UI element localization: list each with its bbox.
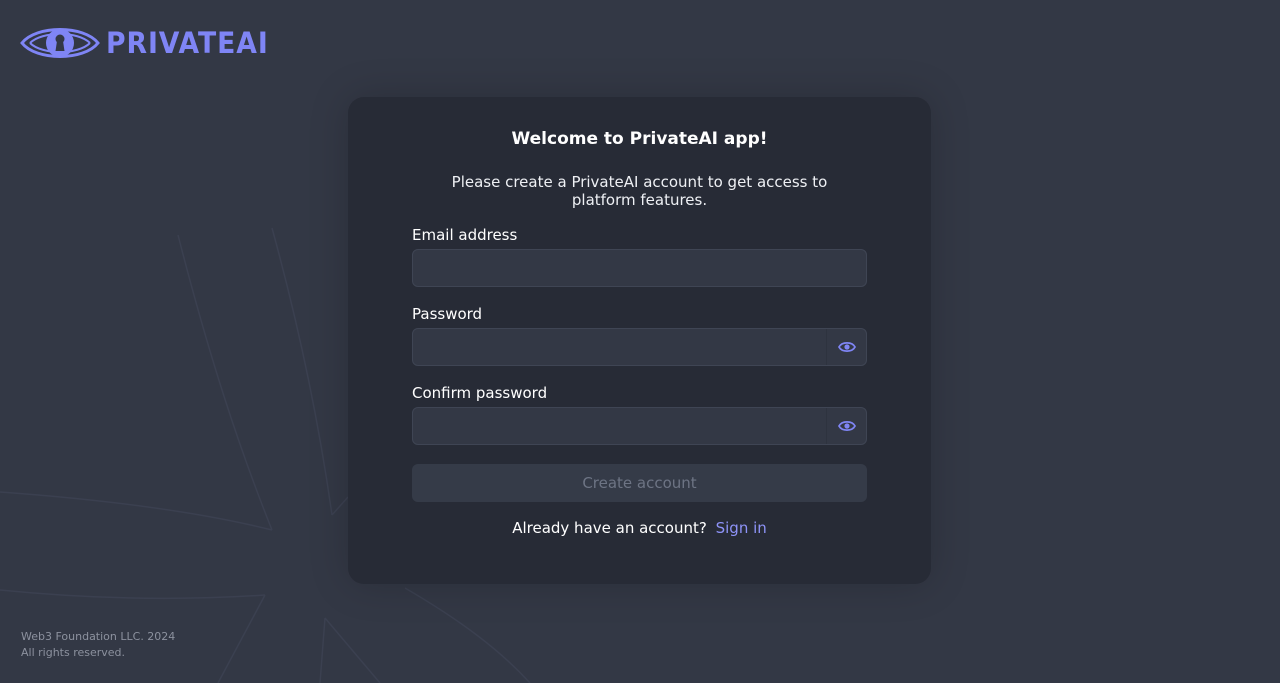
confirm-password-visibility-toggle[interactable] [826,408,866,444]
eye-icon [837,420,856,432]
signin-row: Already have an account? Sign in [348,519,931,537]
eye-keyhole-logo-icon [20,28,100,58]
signup-card: Welcome to PrivateAI app! Please create … [348,97,931,584]
card-title: Welcome to PrivateAI app! [511,129,768,149]
card-subtitle: Please create a PrivateAI account to get… [451,173,828,209]
footer-rights: All rights reserved. [21,646,126,659]
footer-copyright: Web3 Foundation LLC. 2024 [21,630,176,643]
email-field[interactable] [412,249,867,287]
password-label: Password [412,305,483,323]
create-account-button[interactable]: Create account [412,464,867,502]
confirm-password-label: Confirm password [412,384,548,402]
confirm-password-field[interactable] [412,407,867,445]
password-visibility-toggle[interactable] [826,329,866,365]
signin-link[interactable]: Sign in [716,519,767,537]
signin-prompt: Already have an account? [512,519,707,537]
brand-name: PRIVATEAI [106,26,269,60]
eye-icon [837,341,856,353]
signup-page: PRIVATEAI Welcome to PrivateAI app! Plea… [0,0,1280,683]
email-label: Email address [412,226,518,244]
password-field[interactable] [412,328,867,366]
brand-logo[interactable]: PRIVATEAI [20,19,283,67]
footer: Web3 Foundation LLC. 2024 All rights res… [21,629,175,661]
